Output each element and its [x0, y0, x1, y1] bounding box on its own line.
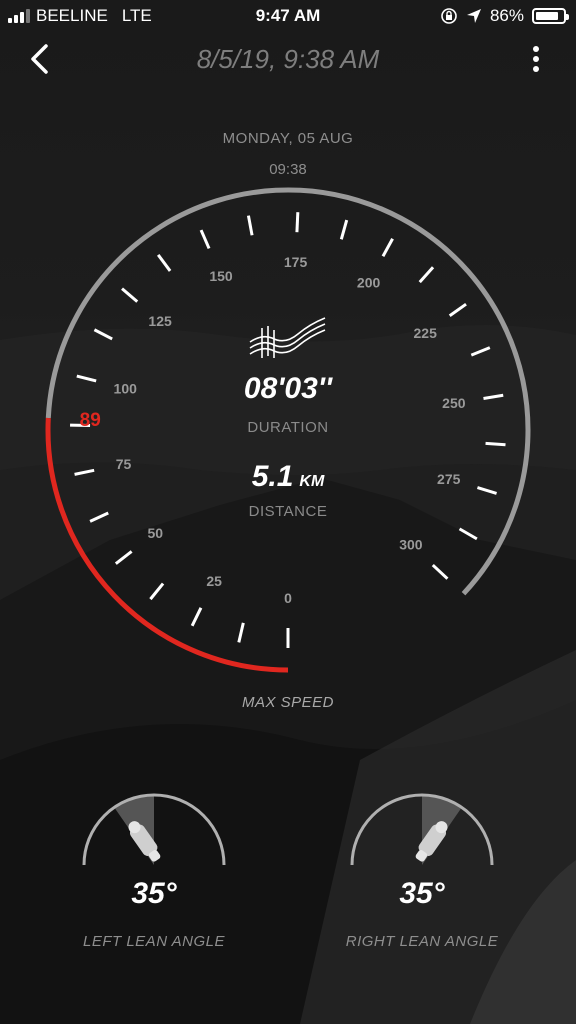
max-speed-arc [45, 417, 289, 673]
right-lean-label: RIGHT LEAN ANGLE [345, 933, 499, 950]
right-lean-gauge [350, 793, 494, 866]
speed-tick [381, 238, 394, 257]
duration-value: 08'03'' [243, 372, 333, 405]
speed-tick [458, 527, 478, 541]
duration-label: DURATION [247, 419, 329, 436]
speed-tick-label: 175 [284, 254, 308, 270]
speed-tick-label: 50 [148, 525, 164, 541]
speed-tick-label: 225 [414, 325, 438, 341]
distance-label: DISTANCE [248, 503, 328, 520]
speed-tick-label: 300 [399, 537, 423, 553]
distance-unit: KM [299, 473, 325, 490]
left-lean-gauge [82, 793, 226, 866]
speed-tick [121, 287, 139, 303]
speed-tick [114, 550, 133, 565]
speed-tick [485, 441, 506, 447]
speed-tick [199, 229, 211, 250]
speed-tick [448, 302, 467, 317]
distance-value-wrap: 5.1 KM [0, 460, 576, 494]
speed-tick [190, 607, 203, 627]
speed-tick [93, 328, 113, 341]
speed-tick-label: 150 [209, 268, 233, 284]
speed-tick [237, 622, 245, 643]
left-lean-widget: 35° LEFT LEAN ANGLE [74, 785, 234, 965]
speed-tick-label: 25 [206, 573, 222, 589]
speed-tick [149, 582, 165, 601]
speed-tick [246, 215, 254, 236]
speed-tick [431, 563, 449, 580]
right-lean-widget: 35° RIGHT LEAN ANGLE [342, 785, 502, 965]
left-lean-label: LEFT LEAN ANGLE [83, 933, 225, 950]
left-lean-value: 35° [131, 877, 177, 910]
ride-detail-screen: BEELINE LTE 9:47 AM 86% 8/5/19, 9:38 AM [0, 0, 576, 1024]
speed-tick-label: 125 [148, 313, 172, 329]
speed-tick [295, 212, 300, 233]
speed-tick-label: 200 [357, 275, 381, 291]
max-speed-label: MAX SPEED [241, 694, 335, 711]
speed-tick-label: 0 [284, 590, 292, 606]
speed-tick [418, 266, 435, 284]
speed-tick [339, 219, 349, 240]
distance-value: 5.1 [251, 460, 294, 493]
speed-tick [470, 346, 491, 357]
duration-value-wrap: 08'03'' [0, 372, 576, 406]
route-icon [249, 317, 326, 358]
right-lean-value: 35° [399, 877, 445, 910]
speed-tick [156, 253, 172, 272]
